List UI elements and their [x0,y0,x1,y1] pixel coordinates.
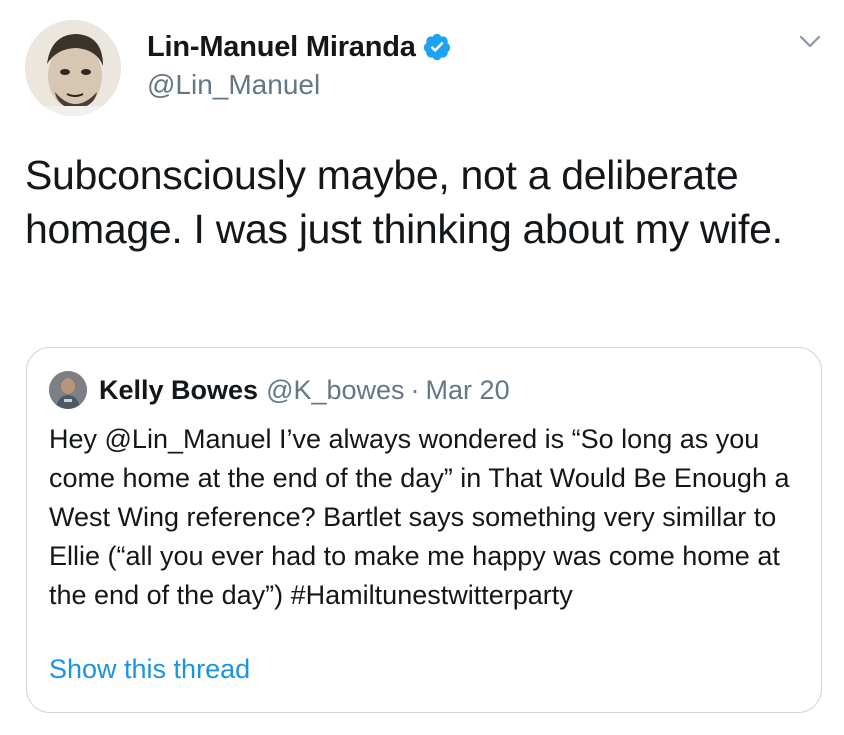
author-handle[interactable]: @Lin_Manuel [147,69,452,101]
author-display-name[interactable]: Lin-Manuel Miranda [147,31,416,64]
display-name-row: Lin-Manuel Miranda [147,29,452,65]
quoted-author-display-name[interactable]: Kelly Bowes [99,375,258,406]
verified-badge-icon [422,32,452,62]
quoted-tweet-card[interactable]: Kelly Bowes @K_bowes · Mar 20 Hey @Lin_M… [26,347,822,713]
quoted-tweet-text: Hey @Lin_Manuel I’ve always wondered is … [49,424,790,610]
quoted-tweet-header: Kelly Bowes @K_bowes · Mar 20 [49,370,510,410]
quoted-author-avatar [49,371,87,409]
author-info: Lin-Manuel Miranda @Lin_Manuel [147,29,452,101]
show-thread-link[interactable]: Show this thread [49,654,250,685]
chevron-down-icon[interactable] [796,27,824,55]
author-avatar[interactable] [25,20,121,116]
quoted-tweet-date[interactable]: Mar 20 [426,375,510,406]
tweet-card: Lin-Manuel Miranda @Lin_Manuel Subconsci… [0,0,844,735]
tweet-text: Subconsciously maybe, not a deliberate h… [25,152,783,252]
quoted-author-handle[interactable]: @K_bowes [266,375,404,406]
header-separator: · [410,374,420,405]
